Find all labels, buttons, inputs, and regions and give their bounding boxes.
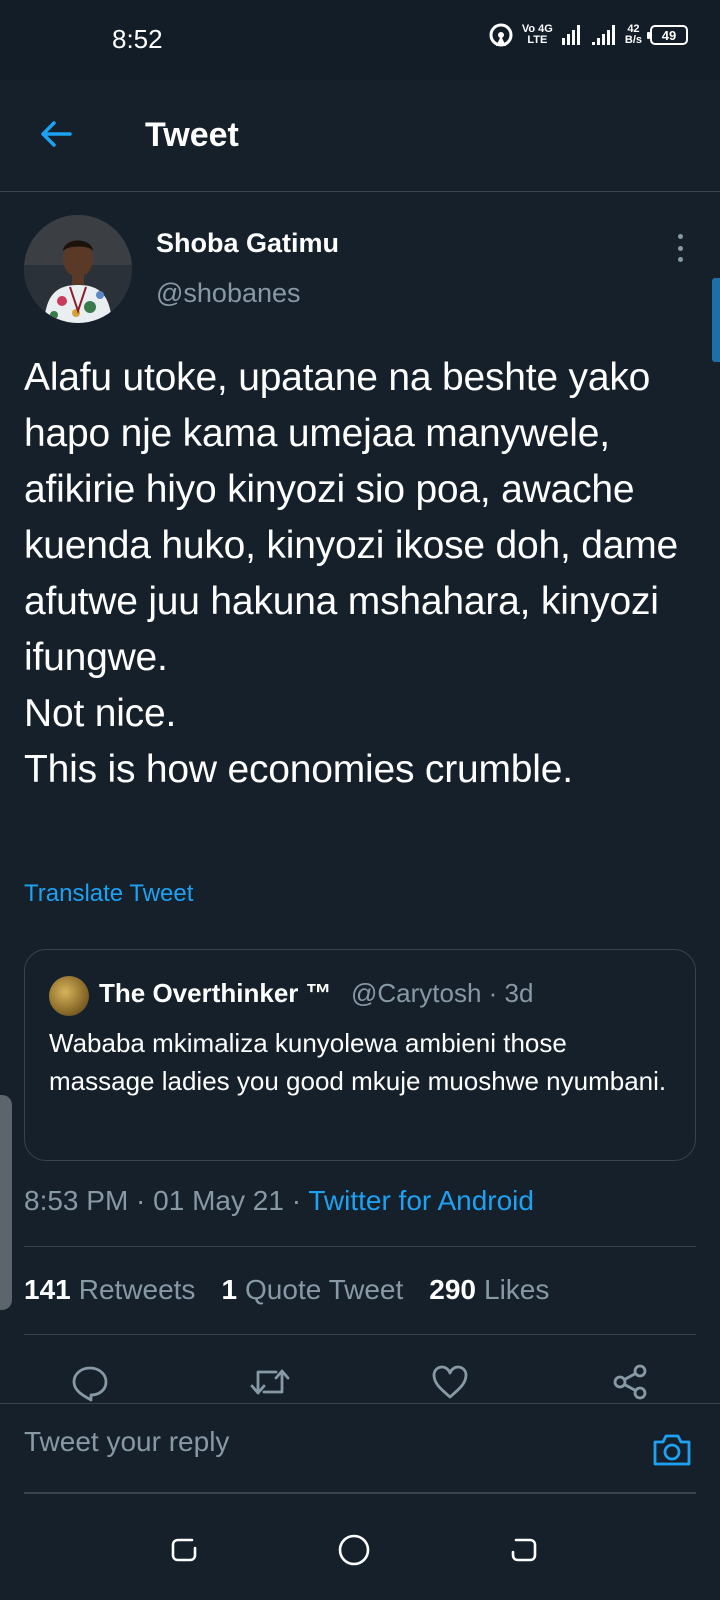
quote-meta: @Carytosh · 3d: [351, 978, 533, 1009]
tweet-text: Alafu utoke, upatane na beshte yako hapo…: [24, 356, 679, 791]
signal-icon-2: [591, 25, 615, 45]
tweet-stats: 141 Retweets 1 Quote Tweet 290 Likes: [24, 1274, 549, 1306]
scrollbar[interactable]: [712, 278, 720, 362]
likes-stat[interactable]: 290 Likes: [429, 1274, 549, 1306]
divider: [24, 1246, 696, 1247]
back-nav-icon: [511, 1538, 537, 1562]
reply-icon: [72, 1366, 108, 1402]
recent-apps-icon: [171, 1538, 197, 1562]
home-button[interactable]: [334, 1530, 374, 1570]
status-bar: 8:52 Vo 4G LTE 42 B/s 49: [0, 0, 720, 80]
translate-tweet-link[interactable]: Translate Tweet: [24, 880, 193, 908]
quote-author-handle: @Carytosh: [351, 978, 482, 1008]
status-time: 8:52: [112, 24, 163, 54]
quote-separator: ·: [481, 978, 505, 1008]
status-icons: Vo 4G LTE 42 B/s 49: [488, 22, 688, 48]
back-nav-button[interactable]: [504, 1530, 544, 1570]
share-icon: [613, 1364, 647, 1400]
tweet-timestamp: 8:53 PM · 01 May 21 · Twitter for Androi…: [24, 1185, 534, 1216]
signal-icon: [561, 25, 580, 45]
hotspot-icon: [489, 23, 513, 47]
tweet-time: 8:53 PM: [24, 1185, 129, 1216]
battery-icon: 49: [647, 25, 688, 45]
tweet-date: 01 May 21: [153, 1185, 284, 1216]
author-handle[interactable]: @shobanes: [156, 278, 301, 309]
retweet-button[interactable]: [248, 1360, 292, 1404]
app-header: Tweet: [0, 80, 720, 192]
share-button[interactable]: [608, 1360, 652, 1404]
quote-avatar: [49, 976, 89, 1016]
page-title: Tweet: [145, 116, 239, 154]
like-icon: [432, 1365, 468, 1399]
divider: [24, 1334, 696, 1335]
reply-button[interactable]: [68, 1360, 112, 1404]
like-button[interactable]: [428, 1360, 472, 1404]
quote-age: 3d: [504, 978, 534, 1008]
network-type: Vo 4G LTE: [521, 23, 553, 46]
author-name[interactable]: Shoba Gatimu: [156, 228, 339, 259]
quote-tweets-stat[interactable]: 1 Quote Tweet: [221, 1274, 403, 1306]
tweet-actions: [0, 1360, 720, 1404]
avatar[interactable]: [24, 215, 132, 323]
arrow-left-icon: [41, 121, 72, 147]
edge-panel-handle[interactable]: [0, 1095, 12, 1310]
more-vertical-icon: [677, 234, 683, 239]
home-circle-icon: [338, 1534, 370, 1566]
quoted-tweet-card[interactable]: The Overthinker ™ @Carytosh · 3d Wababa …: [24, 949, 696, 1161]
reply-bar: [0, 1403, 720, 1493]
network-speed: 42 B/s: [624, 23, 642, 46]
back-button[interactable]: [34, 112, 78, 156]
more-options-button[interactable]: [668, 230, 692, 266]
quote-author-name: The Overthinker ™: [99, 978, 332, 1008]
retweet-icon: [250, 1369, 290, 1395]
tweet-source-link[interactable]: Twitter for Android: [308, 1185, 534, 1216]
reply-input[interactable]: [24, 1426, 604, 1458]
quote-text: Wababa mkimaliza kunyolewa ambieni those…: [49, 1028, 667, 1096]
system-nav-bar: [0, 1494, 720, 1600]
camera-icon: [653, 1434, 691, 1466]
recent-apps-button[interactable]: [164, 1530, 204, 1570]
avatar-image: [24, 215, 132, 323]
camera-button[interactable]: [650, 1428, 694, 1472]
retweets-stat[interactable]: 141 Retweets: [24, 1274, 195, 1306]
